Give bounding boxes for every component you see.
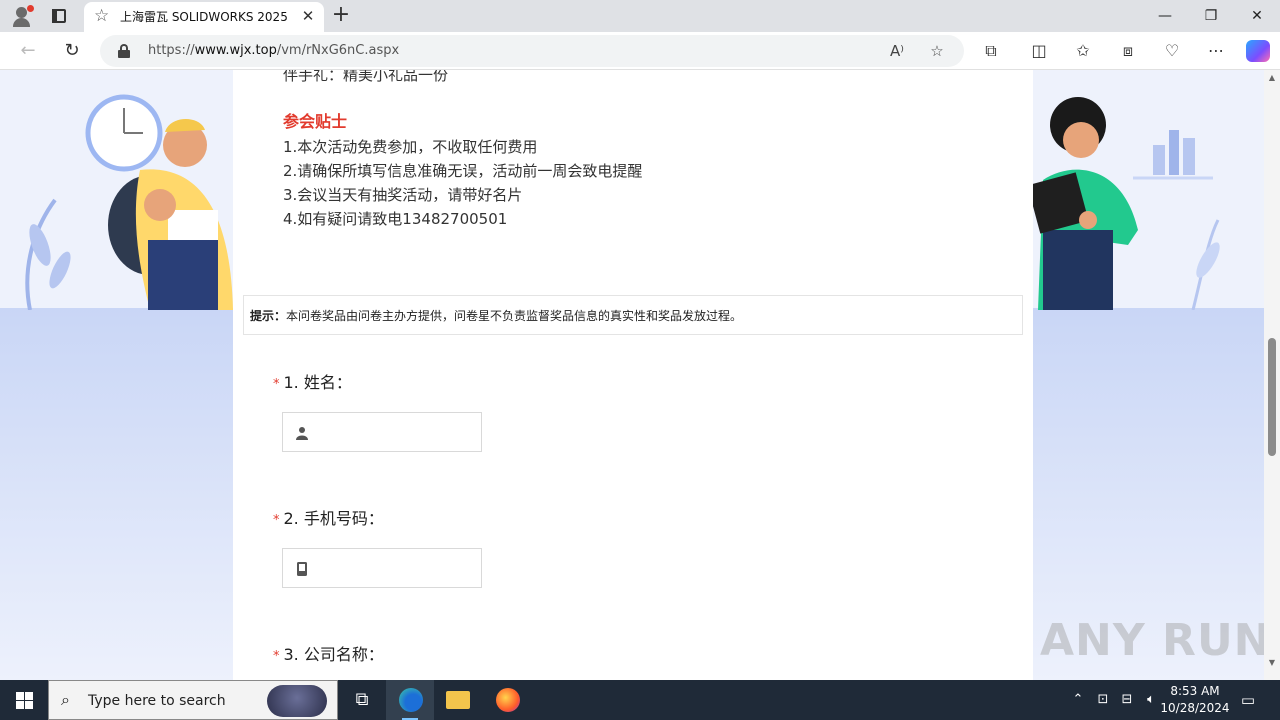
question-label: 1. 姓名： — [283, 373, 352, 392]
page-viewport: 伴手礼：精美小礼品一份 参会贴士 1.本次活动免费参加，不收取任何费用 2.请确… — [0, 70, 1264, 680]
tray-chevron-icon[interactable]: ⌃ — [1068, 680, 1088, 720]
firefox-icon — [496, 688, 520, 712]
restore-icon[interactable]: ❐ — [1188, 0, 1234, 32]
person-clock-illustration — [25, 94, 233, 310]
notification-icon[interactable]: ▭ — [1236, 680, 1260, 720]
tab-active[interactable]: ☆ 上海雷瓦 SOLIDWORKS 2025 新产 ✕ — [84, 2, 324, 32]
scrollbar-thumb[interactable] — [1268, 338, 1276, 456]
tab-actions-icon[interactable] — [48, 6, 70, 26]
url-text[interactable]: https://www.wjx.top/vm/rNxG6nC.aspx — [148, 43, 399, 59]
search-icon: ⌕ — [61, 690, 70, 709]
split-screen-icon[interactable]: ◫ — [1027, 39, 1051, 63]
taskbar: ⌕ Type here to search ⧉ ⌃ ⊡ ⊟ 🔈︎ 8:53 AM… — [0, 680, 1280, 720]
network-icon[interactable]: ⊟ — [1116, 680, 1138, 720]
clock-date: 10/28/2024 — [1160, 701, 1230, 715]
close-window-icon[interactable]: ✕ — [1234, 0, 1280, 32]
browser-essentials-icon[interactable]: ♡ — [1160, 39, 1184, 63]
question-3-title: * 3. 公司名称： — [273, 645, 384, 667]
clock-time: 8:53 AM — [1170, 684, 1220, 698]
notice-label: 提示： — [250, 309, 287, 323]
clock[interactable]: 8:53 AM 10/28/2024 — [1160, 683, 1230, 717]
scroll-up-icon[interactable]: ▲ — [1267, 73, 1277, 83]
required-mark: * — [273, 377, 280, 392]
tip-item: 3.会议当天有抽奖活动，请带好名片 — [283, 186, 523, 204]
right-illustration — [1033, 70, 1264, 680]
copilot-icon[interactable] — [1246, 40, 1270, 62]
watermark: ANY RUN — [1040, 615, 1264, 666]
name-field[interactable] — [282, 412, 482, 452]
search-placeholder: Type here to search — [88, 693, 226, 709]
required-mark: * — [273, 649, 280, 664]
survey-panel: 伴手礼：精美小礼品一份 参会贴士 1.本次活动免费参加，不收取任何费用 2.请确… — [233, 70, 1033, 680]
address-bar[interactable]: https://www.wjx.top/vm/rNxG6nC.aspx A⁾ ☆ — [100, 35, 964, 67]
lock-icon[interactable] — [118, 44, 130, 58]
collections-icon[interactable]: ⧈ — [1116, 39, 1140, 63]
tip-item: 4.如有疑问请致电13482700501 — [283, 210, 508, 228]
question-label: 2. 手机号码： — [283, 509, 384, 528]
tray-device-icon[interactable]: ⊡ — [1092, 680, 1114, 720]
favorites-icon[interactable]: ✩ — [1071, 39, 1095, 63]
folder-icon — [446, 691, 470, 709]
minimize-icon[interactable]: — — [1142, 0, 1188, 32]
title-bar: ☆ 上海雷瓦 SOLIDWORKS 2025 新产 ✕ + — ❐ ✕ — [0, 0, 1280, 32]
profile-avatar-icon[interactable] — [10, 5, 34, 27]
read-aloud-icon[interactable]: A⁾ — [886, 40, 908, 62]
required-mark: * — [273, 513, 280, 528]
volume-icon[interactable]: 🔈︎ — [1140, 680, 1162, 720]
edge-icon — [399, 688, 423, 712]
tab-close-icon[interactable]: ✕ — [298, 6, 318, 26]
tip-item: 2.请确保所填写信息准确无误，活动前一周会致电提醒 — [283, 162, 643, 180]
gift-line: 伴手礼：精美小礼品一份 — [283, 70, 449, 84]
browser-toolbar: ← ↻ https://www.wjx.top/vm/rNxG6nC.aspx … — [0, 32, 1280, 70]
page-scrollbar[interactable]: ▲ ▼ — [1264, 70, 1280, 680]
tip-item: 1.本次活动免费参加，不收取任何费用 — [283, 138, 538, 156]
favorite-star-icon[interactable]: ☆ — [926, 40, 948, 62]
file-explorer-button[interactable] — [434, 680, 482, 720]
person-reading-illustration — [1033, 97, 1220, 310]
refresh-icon[interactable]: ↻ — [60, 39, 84, 63]
firefox-button[interactable] — [484, 680, 532, 720]
task-view-icon[interactable]: ⧉ — [338, 680, 386, 720]
question-2-title: * 2. 手机号码： — [273, 509, 384, 531]
extensions-icon[interactable]: ⧉ — [979, 39, 1003, 63]
tab-title: 上海雷瓦 SOLIDWORKS 2025 新产 — [120, 10, 290, 24]
new-tab-icon[interactable]: + — [330, 4, 352, 26]
favicon-star-icon: ☆ — [94, 6, 110, 26]
question-1-title: * 1. 姓名： — [273, 373, 352, 395]
back-icon[interactable]: ← — [16, 39, 40, 63]
left-illustration — [0, 70, 233, 680]
edge-taskbar-button[interactable] — [386, 680, 434, 720]
tips-title: 参会贴士 — [283, 112, 348, 131]
browser-window: ☆ 上海雷瓦 SOLIDWORKS 2025 新产 ✕ + — ❐ ✕ ← ↻ … — [0, 0, 1280, 720]
name-input[interactable] — [317, 419, 475, 445]
phone-field[interactable] — [282, 548, 482, 588]
scroll-down-icon[interactable]: ▼ — [1267, 658, 1277, 668]
more-menu-icon[interactable]: ⋯ — [1204, 39, 1228, 63]
phone-input[interactable] — [317, 555, 475, 581]
person-icon — [296, 427, 308, 440]
windows-start-icon[interactable] — [0, 680, 48, 720]
phone-icon — [297, 562, 307, 576]
taskbar-search[interactable]: ⌕ Type here to search — [48, 680, 338, 720]
notice-box: 提示：本问卷奖品由问卷主办方提供，问卷星不负责监督奖品信息的真实性和奖品发放过程… — [243, 295, 1023, 335]
notice-text: 本问卷奖品由问卷主办方提供，问卷星不负责监督奖品信息的真实性和奖品发放过程。 — [286, 309, 743, 323]
question-label: 3. 公司名称： — [283, 645, 384, 664]
search-highlight-image — [267, 685, 327, 717]
